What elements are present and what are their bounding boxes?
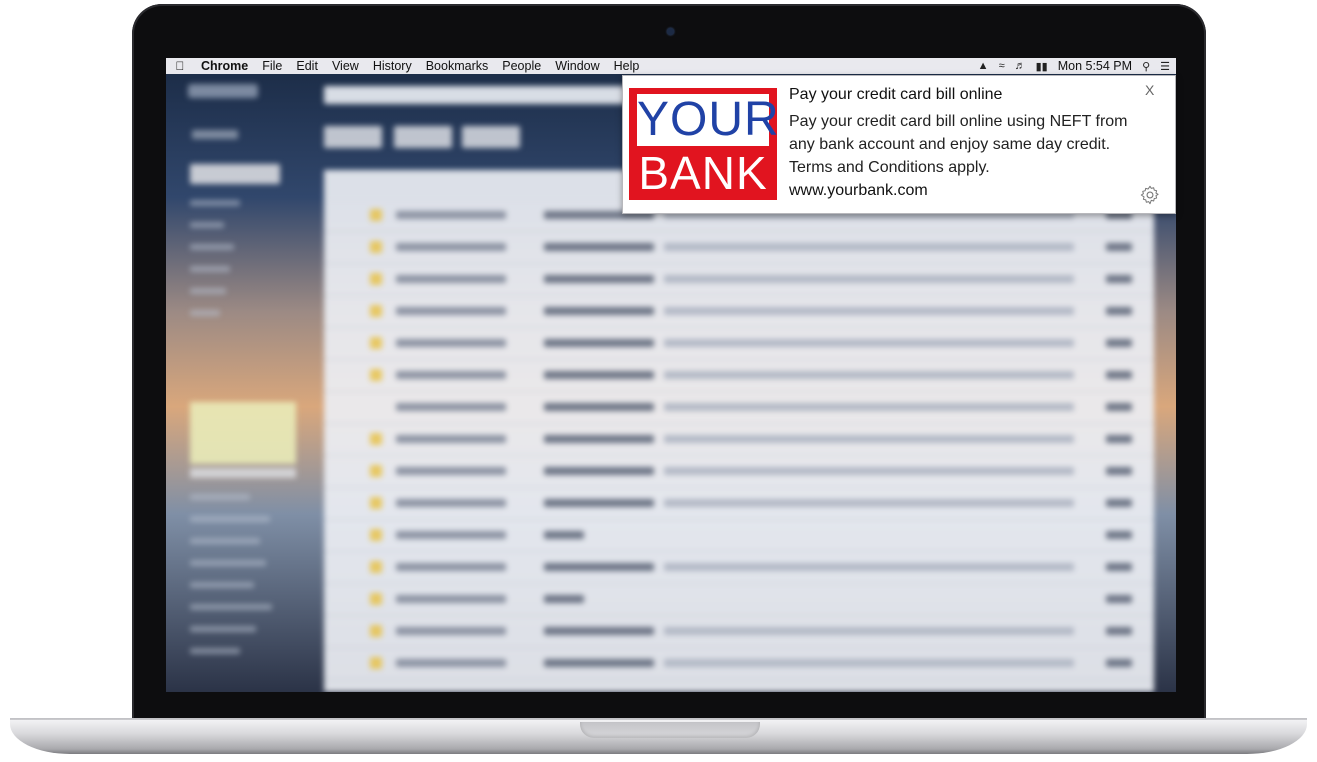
mail-toolbar-button[interactable] [324,126,382,148]
mail-row[interactable] [324,616,1154,648]
sidebar-note-footer [190,468,296,478]
sidebar-item[interactable] [190,648,240,654]
bank-logo: YOUR BANK [629,88,780,200]
compose-button[interactable] [190,164,280,184]
menu-file[interactable]: File [255,59,289,73]
mail-toolbar-button[interactable] [462,126,520,148]
bank-notification[interactable]: YOUR BANK Pay your credit card bill onli… [622,75,1176,214]
sidebar-item[interactable] [190,560,266,566]
mail-row[interactable] [324,328,1154,360]
notification-title: Pay your credit card bill online [789,86,1003,103]
mail-toolbar-button[interactable] [394,126,452,148]
laptop-notch [580,722,760,738]
menu-bookmarks[interactable]: Bookmarks [419,59,496,73]
mail-label-placeholder [192,130,238,139]
sidebar-item[interactable] [190,266,230,272]
volume-icon[interactable]: ♬ [1015,60,1026,72]
apple-logo-icon[interactable]:  [166,59,194,73]
menu-chrome[interactable]: Chrome [194,59,255,73]
sidebar-item[interactable] [190,604,272,610]
bank-logo-bottom: BANK [638,147,768,199]
sidebar-item[interactable] [190,310,220,316]
sidebar-item[interactable] [190,626,256,632]
menu-history[interactable]: History [366,59,419,73]
search-icon[interactable]: ⚲ [1142,60,1150,73]
sidebar-item[interactable] [190,516,270,522]
mail-row[interactable] [324,360,1154,392]
mail-row[interactable] [324,648,1154,680]
sidebar-item[interactable] [190,494,250,500]
menu-people[interactable]: People [495,59,548,73]
menu-view[interactable]: View [325,59,366,73]
menu-help[interactable]: Help [607,59,647,73]
sidebar-item[interactable] [190,288,226,294]
notification-url[interactable]: www.yourbank.com [789,182,928,200]
mail-sidebar [166,74,316,692]
macos-menubar:  Chrome File Edit View History Bookmark… [166,58,1176,74]
menubar-clock[interactable]: Mon 5:54 PM [1058,59,1132,73]
sidebar-item[interactable] [190,582,254,588]
mail-row[interactable] [324,424,1154,456]
sidebar-item[interactable] [190,244,234,250]
mail-row[interactable] [324,552,1154,584]
bank-logo-top: YOUR [637,93,780,146]
sidebar-note-placeholder [190,402,296,464]
menu-window[interactable]: Window [548,59,606,73]
mail-row[interactable] [324,520,1154,552]
camera-icon [667,28,674,35]
mail-row[interactable] [324,584,1154,616]
notification-icon[interactable]: ▲ [978,60,989,72]
sidebar-item[interactable] [190,200,240,206]
sidebar-item[interactable] [190,538,260,544]
close-button[interactable]: X [1145,82,1154,98]
mail-row[interactable] [324,232,1154,264]
mail-row[interactable] [324,456,1154,488]
menu-edit[interactable]: Edit [289,59,325,73]
mail-row[interactable] [324,392,1154,424]
menu-list-icon[interactable]: ☰ [1160,60,1170,73]
mail-row[interactable] [324,296,1154,328]
wifi-icon[interactable]: ≈ [999,60,1005,72]
mail-row[interactable] [324,264,1154,296]
gear-icon[interactable] [1139,184,1161,206]
mail-list [324,170,1154,692]
sidebar-item[interactable] [190,222,224,228]
mail-row[interactable] [324,488,1154,520]
notification-body: Pay your credit card bill online using N… [789,113,1128,176]
mail-logo-placeholder [188,84,258,98]
battery-icon[interactable]: ▮▮ [1036,60,1048,73]
